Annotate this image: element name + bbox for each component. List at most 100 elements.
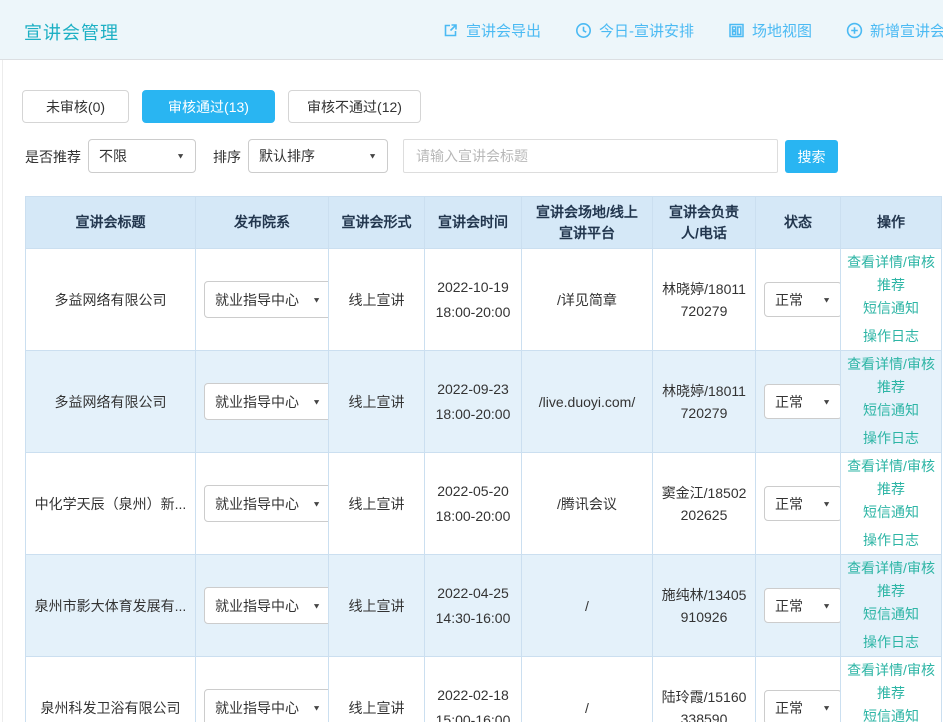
col-header-venue: 宣讲会场地/线上宣讲平台 (522, 197, 653, 249)
sms-notify-link[interactable]: 短信通知 (863, 501, 919, 524)
department-select[interactable]: 就业指导中心 (204, 689, 329, 722)
presentation-time: 15:00-16:00 (433, 708, 513, 722)
presentation-form: 线上宣讲 (329, 249, 425, 351)
presentation-form: 线上宣讲 (329, 555, 425, 657)
status-select[interactable]: 正常 (764, 690, 841, 722)
tab-rejected[interactable]: 审核不通过(12) (288, 90, 421, 123)
view-detail-review-link[interactable]: 查看详情/审核 (847, 251, 935, 274)
sms-notify-link[interactable]: 短信通知 (863, 603, 919, 626)
presentation-venue: /详见简章 (522, 249, 653, 351)
plus-circle-icon (846, 22, 863, 39)
add-presentation-link[interactable]: 新增宣讲会 (846, 20, 943, 41)
presentations-table: 宣讲会标题 发布院系 宣讲会形式 宣讲会时间 宣讲会场地/线上宣讲平台 宣讲会负… (25, 196, 942, 722)
col-header-actions: 操作 (841, 197, 942, 249)
col-header-contact: 宣讲会负责人/电话 (653, 197, 756, 249)
presentation-date: 2022-09-23 (433, 377, 513, 402)
header-links: 宣讲会导出 今日-宣讲安排 场地视图 (442, 20, 943, 41)
table-row: 多益网络有限公司 就业指导中心 线上宣讲 2022-09-23 18:00-20… (26, 351, 942, 453)
presentation-form: 线上宣讲 (329, 453, 425, 555)
status-select-value: 正常 (775, 289, 803, 311)
row-actions: 查看详情/审核 推荐 短信通知 操作日志 (849, 251, 933, 348)
search-input[interactable] (403, 139, 778, 173)
recommend-link[interactable]: 推荐 (877, 682, 905, 705)
department-select[interactable]: 就业指导中心 (204, 383, 329, 420)
venue-view-icon (728, 22, 745, 39)
page-title: 宣讲会管理 (24, 19, 119, 45)
view-detail-review-link[interactable]: 查看详情/审核 (847, 557, 935, 580)
operation-log-link[interactable]: 操作日志 (863, 631, 919, 654)
row-actions: 查看详情/审核 推荐 短信通知 操作日志 (849, 557, 933, 654)
department-select-value: 就业指导中心 (215, 391, 299, 413)
department-select-value: 就业指导中心 (215, 697, 299, 719)
recommend-select-value: 不限 (99, 146, 127, 166)
presentation-form: 线上宣讲 (329, 657, 425, 722)
department-select-value: 就业指导中心 (215, 289, 299, 311)
presentation-title: 多益网络有限公司 (26, 249, 196, 351)
presentation-contact: 施纯林/13405910926 (653, 555, 756, 657)
presentation-time: 14:30-16:00 (433, 606, 513, 631)
search-button[interactable]: 搜索 (785, 140, 838, 173)
recommend-link[interactable]: 推荐 (877, 274, 905, 297)
table-row: 泉州科发卫浴有限公司 就业指导中心 线上宣讲 2022-02-18 15:00-… (26, 657, 942, 722)
export-icon (442, 22, 459, 39)
row-actions: 查看详情/审核 推荐 短信通知 操作日志 (849, 659, 933, 722)
recommend-select[interactable]: 不限 (88, 139, 196, 173)
presentation-title: 中化学天辰（泉州）新... (26, 453, 196, 555)
today-schedule-link[interactable]: 今日-宣讲安排 (575, 20, 694, 41)
sms-notify-link[interactable]: 短信通知 (863, 399, 919, 422)
department-select-value: 就业指导中心 (215, 595, 299, 617)
table-row: 泉州市影大体育发展有... 就业指导中心 线上宣讲 2022-04-25 14:… (26, 555, 942, 657)
sort-select-value: 默认排序 (259, 146, 315, 166)
view-detail-review-link[interactable]: 查看详情/审核 (847, 455, 935, 478)
recommend-link[interactable]: 推荐 (877, 376, 905, 399)
sort-filter-label: 排序 (213, 147, 241, 167)
presentation-contact: 林晓婷/18011720279 (653, 249, 756, 351)
header-link-label: 场地视图 (752, 20, 812, 41)
col-header-title: 宣讲会标题 (26, 197, 196, 249)
recommend-link[interactable]: 推荐 (877, 478, 905, 501)
presentation-contact: 窦金江/18502202625 (653, 453, 756, 555)
col-header-form: 宣讲会形式 (329, 197, 425, 249)
table-row: 中化学天辰（泉州）新... 就业指导中心 线上宣讲 2022-05-20 18:… (26, 453, 942, 555)
presentation-management-page: 宣讲会管理 宣讲会导出 今日-宣讲安排 (0, 0, 943, 722)
clock-icon (575, 22, 592, 39)
tab-unreviewed[interactable]: 未审核(0) (22, 90, 129, 123)
sort-select[interactable]: 默认排序 (248, 139, 388, 173)
presentation-venue: /live.duoyi.com/ (522, 351, 653, 453)
page-header: 宣讲会管理 宣讲会导出 今日-宣讲安排 (0, 0, 943, 60)
department-select[interactable]: 就业指导中心 (204, 281, 329, 318)
presentation-venue: / (522, 555, 653, 657)
sms-notify-link[interactable]: 短信通知 (863, 705, 919, 722)
department-select[interactable]: 就业指导中心 (204, 587, 329, 624)
tab-approved[interactable]: 审核通过(13) (142, 90, 275, 123)
status-select-value: 正常 (775, 595, 803, 617)
presentation-contact: 陆玲霞/15160338590 (653, 657, 756, 722)
status-select[interactable]: 正常 (764, 384, 841, 419)
row-actions: 查看详情/审核 推荐 短信通知 操作日志 (849, 353, 933, 450)
operation-log-link[interactable]: 操作日志 (863, 325, 919, 348)
presentation-time: 18:00-20:00 (433, 402, 513, 427)
status-select[interactable]: 正常 (764, 486, 841, 521)
export-presentations-link[interactable]: 宣讲会导出 (442, 20, 541, 41)
view-detail-review-link[interactable]: 查看详情/审核 (847, 659, 935, 682)
presentation-title: 多益网络有限公司 (26, 351, 196, 453)
presentation-venue: / (522, 657, 653, 722)
presentation-venue: /腾讯会议 (522, 453, 653, 555)
venue-view-link[interactable]: 场地视图 (728, 20, 812, 41)
operation-log-link[interactable]: 操作日志 (863, 529, 919, 552)
review-status-tabs: 未审核(0) 审核通过(13) 审核不通过(12) (22, 90, 421, 123)
sms-notify-link[interactable]: 短信通知 (863, 297, 919, 320)
operation-log-link[interactable]: 操作日志 (863, 427, 919, 450)
table-header-row: 宣讲会标题 发布院系 宣讲会形式 宣讲会时间 宣讲会场地/线上宣讲平台 宣讲会负… (26, 197, 942, 249)
status-select[interactable]: 正常 (764, 282, 841, 317)
presentation-contact: 林晓婷/18011720279 (653, 351, 756, 453)
recommend-link[interactable]: 推荐 (877, 580, 905, 603)
view-detail-review-link[interactable]: 查看详情/审核 (847, 353, 935, 376)
status-select[interactable]: 正常 (764, 588, 841, 623)
status-select-value: 正常 (775, 493, 803, 515)
department-select[interactable]: 就业指导中心 (204, 485, 329, 522)
department-select-value: 就业指导中心 (215, 493, 299, 515)
filter-bar: 是否推荐 不限 排序 默认排序 搜索 (0, 139, 943, 173)
header-link-label: 今日-宣讲安排 (599, 20, 694, 41)
recommend-filter-label: 是否推荐 (25, 147, 81, 167)
